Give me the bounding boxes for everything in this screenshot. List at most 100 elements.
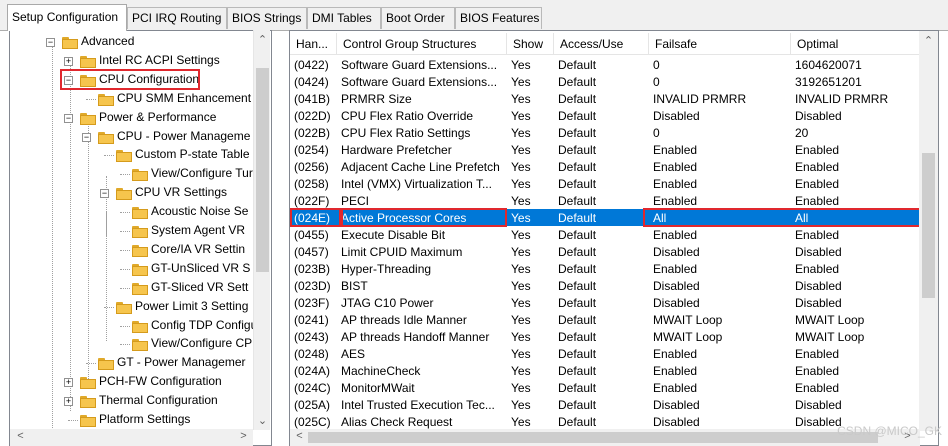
- expand-icon[interactable]: +: [64, 397, 73, 407]
- cell-failsafe: Enabled: [653, 177, 698, 191]
- table-vertical-scrollbar[interactable]: ⌃: [919, 31, 938, 431]
- tab-dmi-tables[interactable]: DMI Tables: [307, 7, 381, 29]
- collapse-icon[interactable]: −: [46, 38, 55, 47]
- cell-show: Yes: [511, 262, 531, 276]
- tab-boot-order[interactable]: Boot Order: [381, 7, 455, 29]
- column-header-show[interactable]: Show: [507, 33, 554, 55]
- scroll-up-icon[interactable]: ⌃: [921, 34, 936, 47]
- table-row[interactable]: (024C) MonitorMWait Yes Default Enabled Enabl…: [290, 379, 922, 396]
- column-header-control-group[interactable]: Control Group Structures: [337, 33, 507, 55]
- tree-item[interactable]: GT-UnSliced VR S: [10, 260, 260, 279]
- collapse-icon[interactable]: −: [100, 189, 109, 199]
- cell-access-use: Default: [558, 364, 597, 378]
- tree-item[interactable]: View/Configure CPU: [10, 335, 261, 354]
- tree-item[interactable]: − CPU Configuration: [10, 68, 260, 90]
- cell-handle: (041B): [294, 92, 331, 106]
- folder-icon: [62, 36, 78, 49]
- table-hscroll-thumb[interactable]: [308, 432, 878, 443]
- collapse-icon[interactable]: −: [64, 113, 73, 123]
- cell-access-use: Default: [558, 296, 597, 310]
- tree-connector-line: [86, 98, 96, 100]
- tab-bios-features[interactable]: BIOS Features: [455, 7, 542, 29]
- tree-item[interactable]: − Advanced: [10, 33, 260, 52]
- scroll-right-icon[interactable]: >: [236, 430, 251, 442]
- scroll-left-icon[interactable]: <: [13, 430, 28, 442]
- tree-item[interactable]: Platform Settings: [10, 411, 260, 430]
- table-row[interactable]: (022F) PECI Yes Default Enabled Enabled: [290, 192, 922, 209]
- cell-optimal: Enabled: [795, 194, 840, 208]
- table-row[interactable]: (023F) JTAG C10 Power Yes Default Disabled Di…: [290, 294, 922, 311]
- cell-show: Yes: [511, 347, 531, 361]
- tree-item[interactable]: View/Configure Tur: [10, 165, 260, 184]
- table-row[interactable]: (0455) Execute Disable Bit Yes Default Enabl…: [290, 226, 922, 243]
- table-row[interactable]: (022D) CPU Flex Ratio Override Yes Default D…: [290, 107, 922, 124]
- folder-icon: [116, 149, 132, 163]
- column-header-optimal[interactable]: Optimal: [791, 33, 922, 55]
- cell-show: Yes: [511, 126, 531, 140]
- table-row[interactable]: (0422) Software Guard Extensions... Yes Def…: [290, 56, 922, 73]
- table-row[interactable]: (025C) Alias Check Request Yes Default Disab…: [290, 413, 922, 430]
- tree-item[interactable]: − Power & Performance: [10, 109, 260, 128]
- expand-icon[interactable]: +: [64, 378, 73, 388]
- cell-failsafe: 0: [653, 58, 660, 72]
- cell-control-group: PECI: [341, 194, 370, 208]
- table-row[interactable]: (0241) AP threads Idle Manner Yes Default MW…: [290, 311, 922, 328]
- column-header-failsafe[interactable]: Failsafe: [649, 33, 791, 55]
- table-row[interactable]: (025A) Intel Trusted Execution Tec... Yes D…: [290, 396, 922, 413]
- scroll-down-icon[interactable]: ⌄: [255, 414, 270, 427]
- tab-pci-irq-routing[interactable]: PCI IRQ Routing: [127, 7, 227, 29]
- tab-setup-configuration[interactable]: Setup Configuration: [7, 4, 127, 31]
- tree-item[interactable]: System Agent VR: [10, 222, 260, 241]
- tree-item[interactable]: GT - Power Managemer: [10, 354, 260, 373]
- table-row[interactable]: (0424) Software Guard Extensions... Yes Def…: [290, 73, 922, 90]
- tree-vertical-scrollbar[interactable]: ⌃ ⌄: [253, 30, 270, 430]
- table-row[interactable]: (024A) MachineCheck Yes Default Enabled Enabl…: [290, 362, 922, 379]
- table-row[interactable]: (0254) Hardware Prefetcher Yes Default Enabl…: [290, 141, 922, 158]
- cell-access-use: Default: [558, 262, 597, 276]
- tree-item[interactable]: + Thermal Configuration: [10, 392, 260, 411]
- highlight-box: [60, 68, 200, 90]
- tree-item[interactable]: + PCH-FW Configuration: [10, 373, 260, 392]
- table-row[interactable]: (0256) Adjacent Cache Line Prefetch Yes Def…: [290, 158, 922, 175]
- table-row[interactable]: (041B) PRMRR Size Yes Default INVALID PRMRR I…: [290, 90, 922, 107]
- scroll-up-icon[interactable]: ⌃: [255, 33, 270, 46]
- table-row[interactable]: (023D) BIST Yes Default Disabled Disabled: [290, 277, 922, 294]
- table-row[interactable]: (023B) Hyper-Threading Yes Default Enabled En…: [290, 260, 922, 277]
- tab-bios-strings[interactable]: BIOS Strings: [227, 7, 307, 29]
- cell-show: Yes: [511, 92, 531, 106]
- table-scroll-thumb[interactable]: [922, 153, 935, 298]
- table-horizontal-scrollbar[interactable]: < >: [290, 429, 920, 446]
- column-header-handle[interactable]: Han...: [290, 33, 337, 55]
- tree-item-label: GT-Sliced VR Sett: [151, 279, 249, 294]
- expand-icon[interactable]: +: [64, 56, 73, 66]
- table-row[interactable]: (022B) CPU Flex Ratio Settings Yes Default 0…: [290, 124, 922, 141]
- tree-item-label: Core/IA VR Settin: [151, 241, 246, 256]
- table-row[interactable]: (0457) Limit CPUID Maximum Yes Default Disab…: [290, 243, 922, 260]
- cell-access-use: Default: [558, 160, 597, 174]
- table-row[interactable]: (0248) AES Yes Default Enabled Enabled: [290, 345, 922, 362]
- tree-item[interactable]: Custom P-state Table: [10, 146, 260, 165]
- tree-item[interactable]: − CPU VR Settings: [10, 184, 260, 203]
- scroll-left-icon[interactable]: <: [292, 430, 307, 442]
- tree-scroll-thumb[interactable]: [256, 68, 269, 272]
- tree-item[interactable]: GT-Sliced VR Sett: [10, 279, 260, 298]
- cell-control-group: Software Guard Extensions...: [341, 58, 498, 72]
- tree-item-label: Platform Settings: [99, 412, 191, 426]
- tree-item[interactable]: Core/IA VR Settin: [10, 241, 260, 260]
- settings-tree[interactable]: − Advanced + Intel RC ACPI Settings − CPU Con…: [9, 30, 272, 446]
- cell-show: Yes: [511, 398, 531, 412]
- cell-handle: (0243): [294, 330, 329, 344]
- tree-item[interactable]: − CPU - Power Manageme: [10, 128, 260, 147]
- highlight-box: [643, 208, 922, 227]
- tree-item[interactable]: Power Limit 3 Setting: [10, 298, 260, 317]
- tree-item[interactable]: Config TDP Configu: [10, 317, 260, 336]
- tree-item[interactable]: CPU SMM Enhancement: [10, 90, 260, 109]
- collapse-icon[interactable]: −: [82, 132, 91, 142]
- column-header-access-use[interactable]: Access/Use: [554, 33, 649, 55]
- cell-show: Yes: [511, 160, 531, 174]
- tree-horizontal-scrollbar[interactable]: < >: [10, 429, 253, 446]
- table-row[interactable]: (0243) AP threads Handoff Manner Yes Defaul…: [290, 328, 922, 345]
- table-row[interactable]: (0258) Intel (VMX) Virtualization T... Yes…: [290, 175, 922, 192]
- cell-optimal: 3192651201: [795, 75, 862, 89]
- tree-item[interactable]: Acoustic Noise Se: [10, 203, 260, 222]
